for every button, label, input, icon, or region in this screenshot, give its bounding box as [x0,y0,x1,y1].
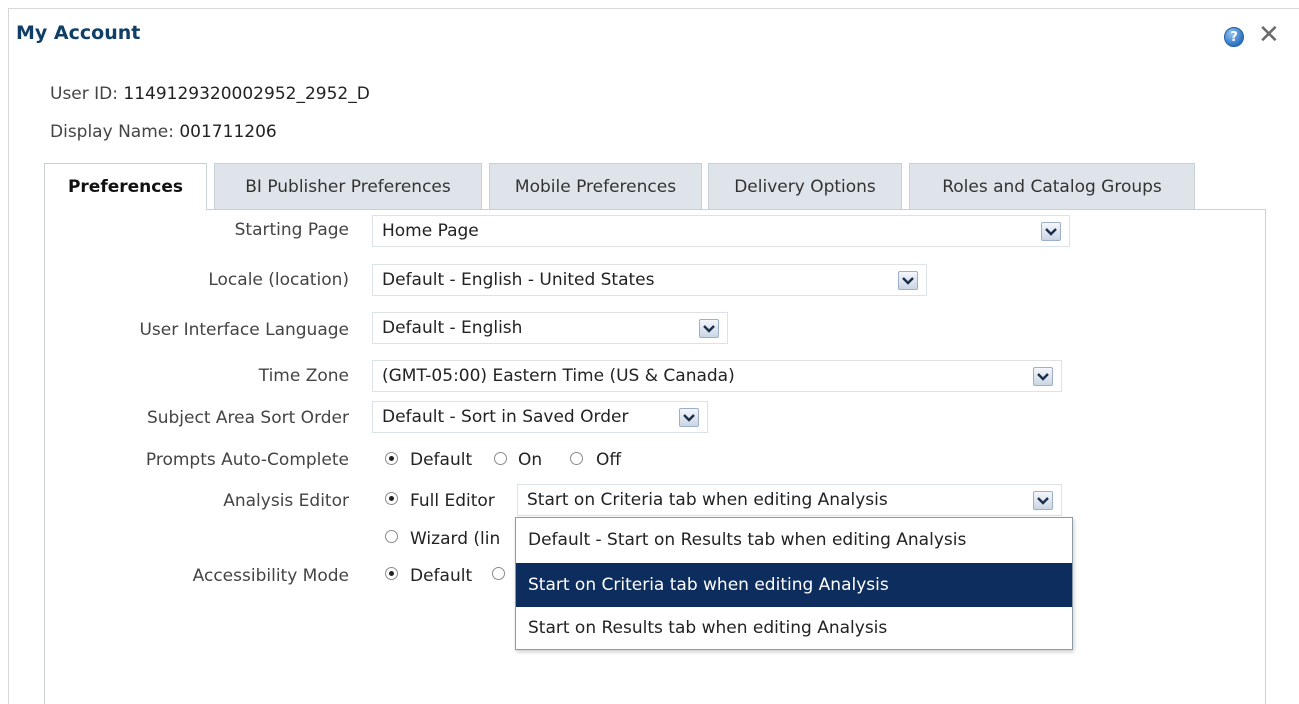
accessibility-label: Accessibility Mode [192,566,349,586]
user-id-value: 1149129320002952_2952_D [123,84,370,104]
tab-delivery-options[interactable]: Delivery Options [708,163,902,209]
accessibility-on-radio[interactable] [492,567,505,580]
starting-page-label: Starting Page [234,220,349,240]
dropdown-option[interactable]: Start on Results tab when editing Analys… [516,606,1072,650]
display-name-label: Display Name: [50,122,174,142]
help-icon-glyph: ? [1230,29,1238,45]
accessibility-default-radio[interactable] [385,567,398,580]
time-zone-value: (GMT-05:00) Eastern Time (US & Canada) [382,366,735,386]
time-zone-label: Time Zone [258,366,349,386]
analysis-wizard-radio[interactable] [385,530,398,543]
display-name-value: 001711206 [179,122,277,142]
chevron-down-icon[interactable] [898,271,918,290]
chevron-down-icon[interactable] [1033,367,1053,386]
tab-mobile-preferences[interactable]: Mobile Preferences [489,163,702,209]
tab-roles-and-catalog-groups[interactable]: Roles and Catalog Groups [909,163,1195,209]
time-zone-select[interactable]: (GMT-05:00) Eastern Time (US & Canada) [372,360,1062,392]
tab-preferences[interactable]: Preferences [44,163,207,210]
ui-language-select[interactable]: Default - English [372,312,728,344]
prompts-default-text: Default [410,450,473,470]
prompts-off-radio[interactable] [570,452,583,465]
prompts-on-text: On [518,450,543,470]
chevron-down-icon[interactable] [699,319,719,338]
locale-value: Default - English - United States [382,270,655,290]
starting-page-select[interactable]: Home Page [372,215,1070,247]
dialog-title: My Account [16,22,141,44]
close-icon[interactable]: ✕ [1258,22,1280,48]
dropdown-option-selected[interactable]: Start on Criteria tab when editing Analy… [516,563,1072,607]
analysis-full-editor-radio[interactable] [385,492,398,505]
analysis-editor-label: Analysis Editor [223,491,349,511]
accessibility-default-text: Default [410,566,473,586]
prompts-default-radio[interactable] [385,452,398,465]
analysis-editor-value: Start on Criteria tab when editing Analy… [527,490,888,510]
analysis-full-editor-text: Full Editor [410,491,495,511]
chevron-down-icon[interactable] [1033,491,1053,510]
help-icon[interactable]: ? [1224,27,1244,47]
chevron-down-icon[interactable] [679,408,699,427]
analysis-wizard-text: Wizard (lin [410,529,501,549]
prompts-on-radio[interactable] [494,452,507,465]
sort-order-select[interactable]: Default - Sort in Saved Order [372,401,708,433]
starting-page-value: Home Page [382,221,479,241]
chevron-down-icon[interactable] [1041,222,1061,241]
ui-language-value: Default - English [382,318,523,338]
prompts-off-text: Off [596,450,622,470]
locale-label: Locale (location) [208,270,349,290]
prompts-label: Prompts Auto-Complete [145,450,349,470]
analysis-editor-dropdown-list: Default - Start on Results tab when edit… [515,517,1073,650]
sort-order-value: Default - Sort in Saved Order [382,407,629,427]
tab-bi-publisher-preferences[interactable]: BI Publisher Preferences [214,163,482,209]
ui-language-label: User Interface Language [139,320,349,340]
user-id-row: User ID: 1149129320002952_2952_D [50,84,370,104]
display-name-row: Display Name: 001711206 [50,122,277,142]
user-id-label: User ID: [50,84,118,104]
locale-select[interactable]: Default - English - United States [372,264,927,296]
dropdown-option[interactable]: Default - Start on Results tab when edit… [516,518,1072,562]
analysis-editor-select[interactable]: Start on Criteria tab when editing Analy… [517,484,1062,516]
sort-order-label: Subject Area Sort Order [146,408,349,428]
